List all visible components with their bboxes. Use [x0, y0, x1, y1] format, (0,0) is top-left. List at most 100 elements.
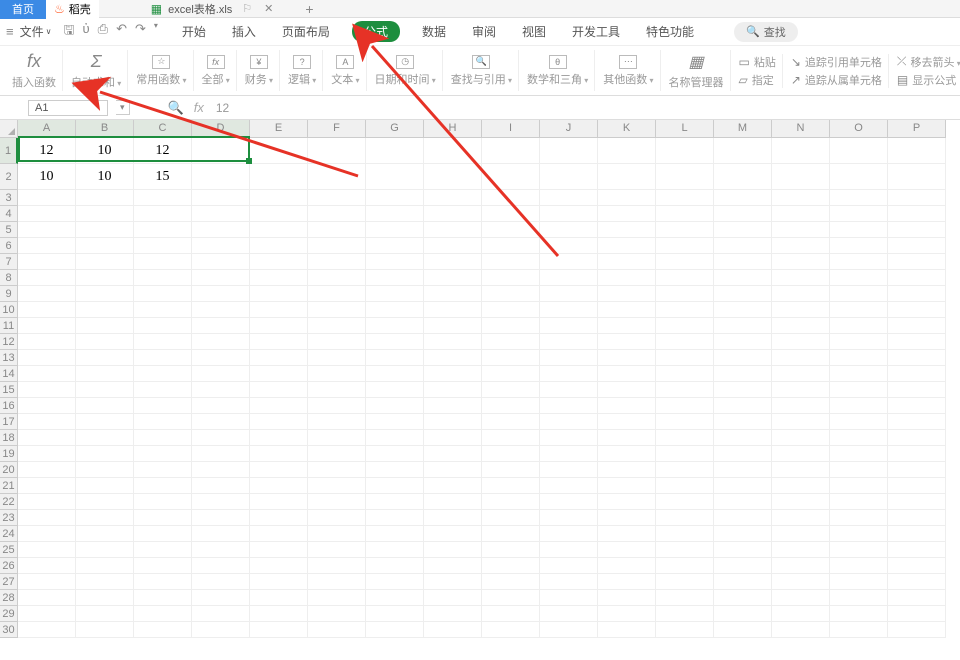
tab-pagelayout[interactable]: 页面布局 [278, 21, 334, 42]
col-header-E[interactable]: E [250, 120, 308, 138]
row-header-28[interactable]: 28 [0, 590, 18, 606]
cell-N5[interactable] [772, 222, 830, 238]
row-header-30[interactable]: 30 [0, 622, 18, 638]
col-header-A[interactable]: A [18, 120, 76, 138]
cell-N10[interactable] [772, 302, 830, 318]
cell-F14[interactable] [308, 366, 366, 382]
cell-N14[interactable] [772, 366, 830, 382]
cell-P16[interactable] [888, 398, 946, 414]
cell-G28[interactable] [366, 590, 424, 606]
common-functions-button[interactable]: ☆ 常用函数 [130, 50, 193, 91]
row-header-15[interactable]: 15 [0, 382, 18, 398]
cell-B27[interactable] [76, 574, 134, 590]
cell-O15[interactable] [830, 382, 888, 398]
cell-O3[interactable] [830, 190, 888, 206]
cell-G1[interactable] [366, 138, 424, 164]
cell-O12[interactable] [830, 334, 888, 350]
cell-N29[interactable] [772, 606, 830, 622]
cell-L16[interactable] [656, 398, 714, 414]
cell-M16[interactable] [714, 398, 772, 414]
cell-D9[interactable] [192, 286, 250, 302]
cell-J16[interactable] [540, 398, 598, 414]
cell-O1[interactable] [830, 138, 888, 164]
cell-O29[interactable] [830, 606, 888, 622]
cell-G10[interactable] [366, 302, 424, 318]
cell-K9[interactable] [598, 286, 656, 302]
trace-precedents-button[interactable]: ↘ 追踪引用单元格 [791, 54, 882, 70]
cell-B9[interactable] [76, 286, 134, 302]
cell-F23[interactable] [308, 510, 366, 526]
cell-G26[interactable] [366, 558, 424, 574]
cell-I23[interactable] [482, 510, 540, 526]
row-header-20[interactable]: 20 [0, 462, 18, 478]
cell-G19[interactable] [366, 446, 424, 462]
row-header-27[interactable]: 27 [0, 574, 18, 590]
cell-N6[interactable] [772, 238, 830, 254]
finance-button[interactable]: ¥ 财务 [239, 50, 280, 91]
cell-D26[interactable] [192, 558, 250, 574]
cell-E4[interactable] [250, 206, 308, 222]
cell-J19[interactable] [540, 446, 598, 462]
row-header-12[interactable]: 12 [0, 334, 18, 350]
cell-B3[interactable] [76, 190, 134, 206]
cell-G2[interactable] [366, 164, 424, 190]
name-manager-button[interactable]: ▦ 名称管理器 [663, 50, 731, 91]
cell-A4[interactable] [18, 206, 76, 222]
cell-H29[interactable] [424, 606, 482, 622]
cell-H20[interactable] [424, 462, 482, 478]
cell-O6[interactable] [830, 238, 888, 254]
cell-O2[interactable] [830, 164, 888, 190]
cell-F21[interactable] [308, 478, 366, 494]
cell-P12[interactable] [888, 334, 946, 350]
cell-O4[interactable] [830, 206, 888, 222]
cell-K28[interactable] [598, 590, 656, 606]
cell-J22[interactable] [540, 494, 598, 510]
cell-F1[interactable] [308, 138, 366, 164]
cell-K8[interactable] [598, 270, 656, 286]
tab-formula[interactable]: 公式 [352, 21, 400, 42]
cell-G30[interactable] [366, 622, 424, 638]
cell-N24[interactable] [772, 526, 830, 542]
cell-E19[interactable] [250, 446, 308, 462]
cell-A26[interactable] [18, 558, 76, 574]
cell-H1[interactable] [424, 138, 482, 164]
close-icon[interactable]: ✕ [264, 2, 273, 15]
cell-N4[interactable] [772, 206, 830, 222]
cell-C30[interactable] [134, 622, 192, 638]
cell-F17[interactable] [308, 414, 366, 430]
cell-I1[interactable] [482, 138, 540, 164]
pin-icon[interactable]: ⚐ [242, 2, 252, 15]
cell-M12[interactable] [714, 334, 772, 350]
cell-I18[interactable] [482, 430, 540, 446]
cell-H26[interactable] [424, 558, 482, 574]
cell-D14[interactable] [192, 366, 250, 382]
cell-K4[interactable] [598, 206, 656, 222]
cell-L26[interactable] [656, 558, 714, 574]
cell-N18[interactable] [772, 430, 830, 446]
cell-M24[interactable] [714, 526, 772, 542]
cell-M15[interactable] [714, 382, 772, 398]
cell-C7[interactable] [134, 254, 192, 270]
cell-E13[interactable] [250, 350, 308, 366]
cell-G12[interactable] [366, 334, 424, 350]
cell-J10[interactable] [540, 302, 598, 318]
cell-O28[interactable] [830, 590, 888, 606]
cell-N28[interactable] [772, 590, 830, 606]
col-header-C[interactable]: C [134, 120, 192, 138]
cell-B8[interactable] [76, 270, 134, 286]
cell-L27[interactable] [656, 574, 714, 590]
cell-I30[interactable] [482, 622, 540, 638]
cell-N8[interactable] [772, 270, 830, 286]
cell-P23[interactable] [888, 510, 946, 526]
cell-N15[interactable] [772, 382, 830, 398]
cell-M2[interactable] [714, 164, 772, 190]
cell-A19[interactable] [18, 446, 76, 462]
cell-F28[interactable] [308, 590, 366, 606]
cell-M6[interactable] [714, 238, 772, 254]
cell-D4[interactable] [192, 206, 250, 222]
cell-N9[interactable] [772, 286, 830, 302]
tab-review[interactable]: 审阅 [468, 21, 500, 42]
cell-B19[interactable] [76, 446, 134, 462]
cell-N19[interactable] [772, 446, 830, 462]
cell-D12[interactable] [192, 334, 250, 350]
